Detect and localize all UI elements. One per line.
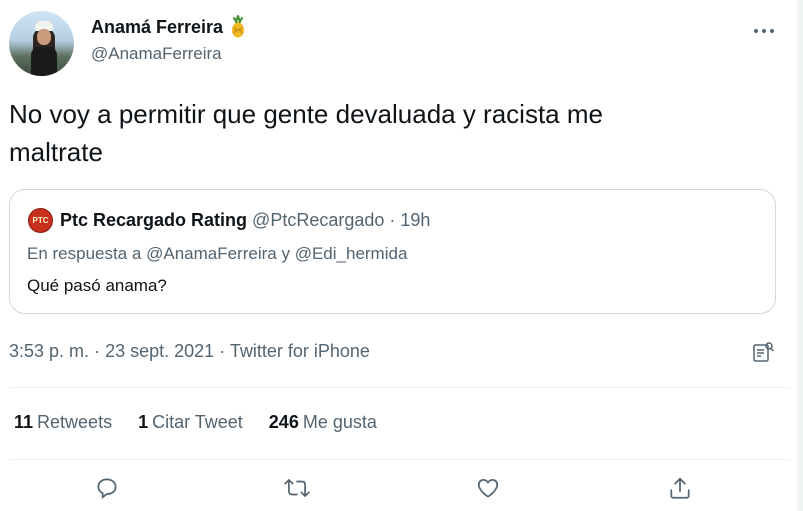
divider	[9, 459, 789, 460]
avatar[interactable]	[9, 11, 74, 76]
avatar-face	[37, 29, 51, 45]
divider	[9, 387, 789, 388]
pineapple-icon	[229, 15, 247, 39]
retweet-button[interactable]	[282, 475, 312, 505]
tweet-text: No voy a permitir que gente devaluada y …	[9, 95, 769, 171]
tweet-text-line: No voy a permitir que gente devaluada y …	[9, 99, 603, 129]
quoted-author-handle: @PtcRecargado	[252, 210, 385, 230]
tweet-date[interactable]: 23 sept. 2021	[105, 341, 214, 361]
quoted-tweet-text: Qué pasó anama?	[27, 276, 167, 295]
quoted-tweet[interactable]: PTC Ptc Recargado Rating @PtcRecargado ·…	[9, 189, 776, 314]
reply-context: En respuesta a @AnamaFerreira y @Edi_her…	[27, 244, 407, 264]
separator: ·	[389, 210, 396, 230]
quoted-tweet-header: PTC Ptc Recargado Rating @PtcRecargado ·…	[28, 208, 430, 233]
quotes-count: 1	[138, 412, 149, 432]
analytics-icon[interactable]	[751, 340, 775, 364]
retweet-icon	[283, 475, 311, 506]
share-button[interactable]	[665, 475, 695, 505]
reply-user-link[interactable]: @AnamaFerreira	[146, 244, 277, 263]
separator: ·	[94, 341, 101, 361]
tweet-time[interactable]: 3:53 p. m.	[9, 341, 89, 361]
like-button[interactable]	[473, 475, 503, 505]
likes-label: Me gusta	[302, 412, 377, 432]
reply-user-link[interactable]: @Edi_hermida	[295, 244, 408, 263]
reply-icon	[94, 475, 120, 506]
retweets-count: 11	[14, 412, 34, 432]
ptc-logo: PTC	[28, 208, 53, 233]
more-options-icon[interactable]	[752, 18, 776, 41]
heart-icon	[474, 475, 502, 506]
share-icon	[667, 475, 693, 506]
quoted-time: 19h	[400, 210, 431, 230]
tweet-text-line: maltrate	[9, 137, 103, 167]
author-name-row[interactable]: Anamá Ferreira	[91, 15, 247, 39]
author-handle[interactable]: @AnamaFerreira	[91, 44, 222, 64]
likes-count: 246	[268, 412, 299, 432]
retweets-stat[interactable]: 11 Retweets	[14, 412, 112, 433]
quoted-author-name: Ptc Recargado Rating	[60, 210, 248, 230]
separator: ·	[219, 341, 226, 361]
quotes-stat[interactable]: 1 Citar Tweet	[138, 412, 243, 433]
tweet-meta: 3:53 p. m. · 23 sept. 2021 · Twitter for…	[9, 341, 370, 362]
tweet-source[interactable]: Twitter for iPhone	[230, 341, 370, 361]
avatar-body	[31, 47, 57, 76]
reply-conjunction: y	[281, 244, 290, 263]
likes-stat[interactable]: 246 Me gusta	[269, 412, 377, 433]
reply-prefix: En respuesta a	[27, 244, 142, 263]
author-display-name[interactable]: Anamá Ferreira	[91, 17, 223, 38]
reply-button[interactable]	[92, 475, 122, 505]
tweet-stats: 11 Retweets 1 Citar Tweet 246 Me gusta	[14, 412, 377, 433]
right-border	[797, 0, 803, 511]
quotes-label: Citar Tweet	[152, 412, 243, 432]
retweets-label: Retweets	[37, 412, 113, 432]
